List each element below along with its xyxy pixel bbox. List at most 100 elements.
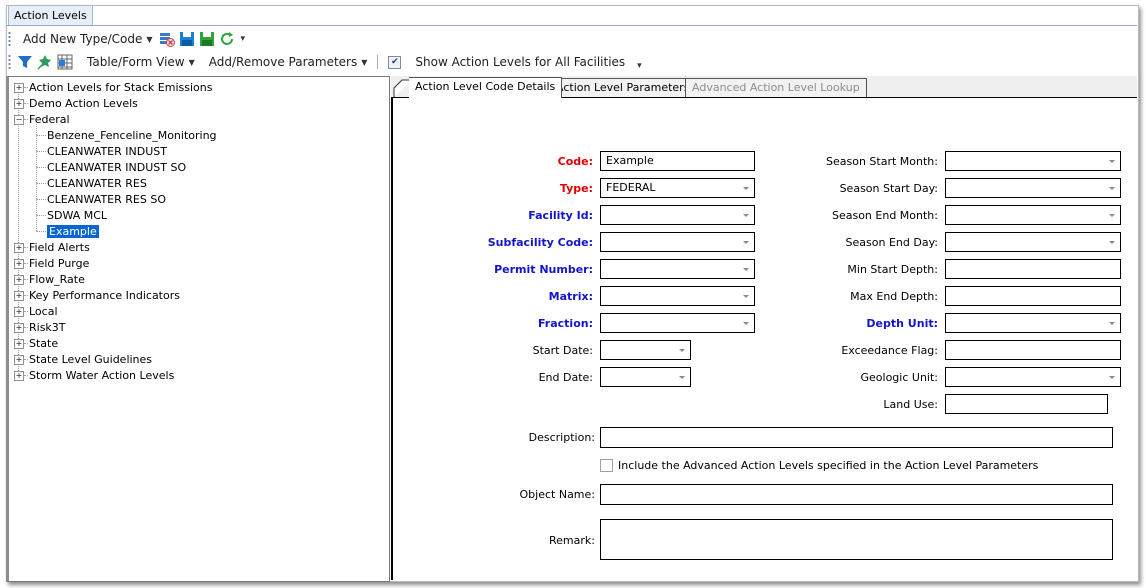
type-dropdown[interactable]: FEDERAL bbox=[600, 178, 755, 198]
fraction-dropdown[interactable] bbox=[600, 313, 755, 333]
collapse-icon[interactable]: − bbox=[14, 115, 24, 125]
type-label: Type: bbox=[559, 182, 593, 195]
season-end-day-label: Season End Day: bbox=[845, 236, 938, 249]
tree-leaf-item[interactable]: CLEANWATER INDUST SO bbox=[47, 160, 186, 175]
permit-number-dropdown[interactable] bbox=[600, 259, 755, 279]
min-start-depth-field[interactable] bbox=[945, 259, 1121, 279]
expand-icon[interactable]: + bbox=[14, 99, 24, 109]
add-remove-parameters-button[interactable]: Add/Remove Parameters ▼ bbox=[205, 55, 372, 69]
tree-item-label: CLEANWATER INDUST SO bbox=[47, 161, 187, 174]
fraction-label: Fraction: bbox=[538, 317, 593, 330]
object-name-field[interactable] bbox=[600, 484, 1113, 505]
add-new-type-code-label: Add New Type/Code bbox=[23, 32, 143, 46]
tree-leaf-item[interactable]: CLEANWATER RES SO bbox=[47, 192, 166, 207]
subfacility-code-dropdown[interactable] bbox=[600, 232, 755, 252]
max-end-depth-field[interactable] bbox=[945, 286, 1121, 306]
pin-icon[interactable] bbox=[37, 54, 53, 70]
tree-group-item[interactable]: Risk3T bbox=[29, 320, 66, 335]
depth-unit-dropdown[interactable] bbox=[945, 313, 1121, 333]
expand-icon[interactable]: + bbox=[14, 243, 24, 253]
tree-connector bbox=[36, 215, 46, 216]
tree-group-item[interactable]: Storm Water Action Levels bbox=[29, 368, 174, 383]
include-advanced-checkbox[interactable] bbox=[600, 459, 613, 472]
tree-group-item[interactable]: State bbox=[29, 336, 58, 351]
details-panel: Action Level Code Details Action Level P… bbox=[391, 76, 1137, 580]
season-start-day-dropdown[interactable] bbox=[945, 178, 1121, 198]
tree-leaf-item[interactable]: Benzene_Fenceline_Monitoring bbox=[47, 128, 217, 143]
expand-icon[interactable]: + bbox=[14, 291, 24, 301]
expand-icon[interactable]: + bbox=[14, 307, 24, 317]
tree-group-item[interactable]: Key Performance Indicators bbox=[29, 288, 180, 303]
table-form-view-button[interactable]: Table/Form View ▼ bbox=[83, 55, 199, 69]
tree-group-item[interactable]: Field Purge bbox=[29, 256, 89, 271]
start-date-dropdown[interactable] bbox=[600, 340, 691, 360]
tree-connector bbox=[24, 359, 28, 360]
depth-unit-label: Depth Unit: bbox=[866, 317, 938, 330]
toolbar-overflow-icon[interactable]: ▾ bbox=[637, 61, 642, 71]
tree-item-label: Field Purge bbox=[29, 257, 90, 270]
add-new-type-code-button[interactable]: Add New Type/Code ▼ bbox=[19, 32, 157, 46]
delete-record-icon[interactable] bbox=[159, 31, 175, 47]
expand-icon[interactable]: + bbox=[14, 355, 24, 365]
tree-connector bbox=[24, 311, 28, 312]
show-all-facilities-label[interactable]: Show Action Levels for All Facilities bbox=[411, 55, 629, 69]
tree-group-item[interactable]: Action Levels for Stack Emissions bbox=[29, 80, 212, 95]
save-icon[interactable] bbox=[179, 31, 195, 47]
tree-connector bbox=[36, 151, 46, 152]
save-all-icon[interactable] bbox=[199, 31, 215, 47]
tree-leaf-item[interactable]: SDWA MCL bbox=[47, 208, 107, 223]
min-start-depth-label: Min Start Depth: bbox=[847, 263, 938, 276]
tree-connector bbox=[24, 327, 28, 328]
tree-connector bbox=[36, 135, 46, 136]
land-use-field[interactable] bbox=[945, 394, 1108, 414]
season-start-month-dropdown[interactable] bbox=[945, 151, 1121, 171]
tree-item-label: Key Performance Indicators bbox=[29, 289, 180, 302]
tree-item-label: SDWA MCL bbox=[47, 209, 108, 222]
expand-icon[interactable]: + bbox=[14, 83, 24, 93]
tree-leaf-item[interactable]: CLEANWATER INDUST bbox=[47, 144, 167, 159]
include-advanced-label[interactable]: Include the Advanced Action Levels speci… bbox=[618, 459, 1038, 472]
season-end-month-dropdown[interactable] bbox=[945, 205, 1121, 225]
show-all-facilities-checkbox[interactable]: ✔ bbox=[388, 55, 402, 69]
tree-leaf-item[interactable]: Example bbox=[47, 224, 99, 239]
tree-group-item[interactable]: Flow_Rate bbox=[29, 272, 85, 287]
table-form-view-label: Table/Form View bbox=[87, 55, 185, 69]
exceedance-flag-field[interactable] bbox=[945, 340, 1121, 360]
subfacility-code-label: Subfacility Code: bbox=[487, 236, 593, 249]
remark-field[interactable] bbox=[600, 519, 1113, 560]
expand-icon[interactable]: + bbox=[14, 323, 24, 333]
end-date-dropdown[interactable] bbox=[600, 367, 691, 387]
facility-id-dropdown[interactable] bbox=[600, 205, 755, 225]
season-end-day-dropdown[interactable] bbox=[945, 232, 1121, 252]
tree-connector bbox=[24, 247, 28, 248]
action-level-tree[interactable]: + Action Levels for Stack Emissions + Demo … bbox=[6, 76, 390, 582]
tab-action-level-code-details[interactable]: Action Level Code Details bbox=[409, 77, 563, 98]
expand-icon[interactable]: + bbox=[14, 371, 24, 381]
tree-leaf-item[interactable]: CLEANWATER RES bbox=[47, 176, 147, 191]
facility-id-label: Facility Id: bbox=[528, 209, 593, 222]
filter-icon[interactable] bbox=[17, 54, 33, 70]
expand-icon[interactable]: + bbox=[14, 339, 24, 349]
tree-item-label: CLEANWATER RES SO bbox=[47, 193, 166, 206]
toolbar-grip[interactable] bbox=[8, 31, 11, 47]
refresh-icon[interactable] bbox=[219, 31, 235, 47]
tree-group-item[interactable]: Local bbox=[29, 304, 58, 319]
toolbar-overflow-icon[interactable]: ▾ bbox=[241, 34, 246, 44]
tree-group-item[interactable]: Demo Action Levels bbox=[29, 96, 138, 111]
grid-icon[interactable] bbox=[57, 54, 73, 70]
object-name-label: Object Name: bbox=[519, 488, 595, 501]
tree-item-label: State Level Guidelines bbox=[29, 353, 153, 366]
tree-item-label: CLEANWATER INDUST bbox=[47, 145, 167, 158]
expand-icon[interactable]: + bbox=[14, 259, 24, 269]
tab-action-level-parameters[interactable]: Action Level Parameters bbox=[549, 78, 697, 97]
expand-icon[interactable]: + bbox=[14, 275, 24, 285]
description-field[interactable] bbox=[600, 427, 1113, 448]
tree-group-item[interactable]: State Level Guidelines bbox=[29, 352, 152, 367]
tree-connector bbox=[24, 119, 28, 120]
code-field[interactable]: Example bbox=[600, 151, 755, 171]
geologic-unit-dropdown[interactable] bbox=[945, 367, 1121, 387]
document-tab-action-levels[interactable]: Action Levels bbox=[8, 5, 93, 26]
toolbar-grip[interactable] bbox=[8, 54, 11, 70]
matrix-dropdown[interactable] bbox=[600, 286, 755, 306]
tree-group-item[interactable]: Field Alerts bbox=[29, 240, 90, 255]
